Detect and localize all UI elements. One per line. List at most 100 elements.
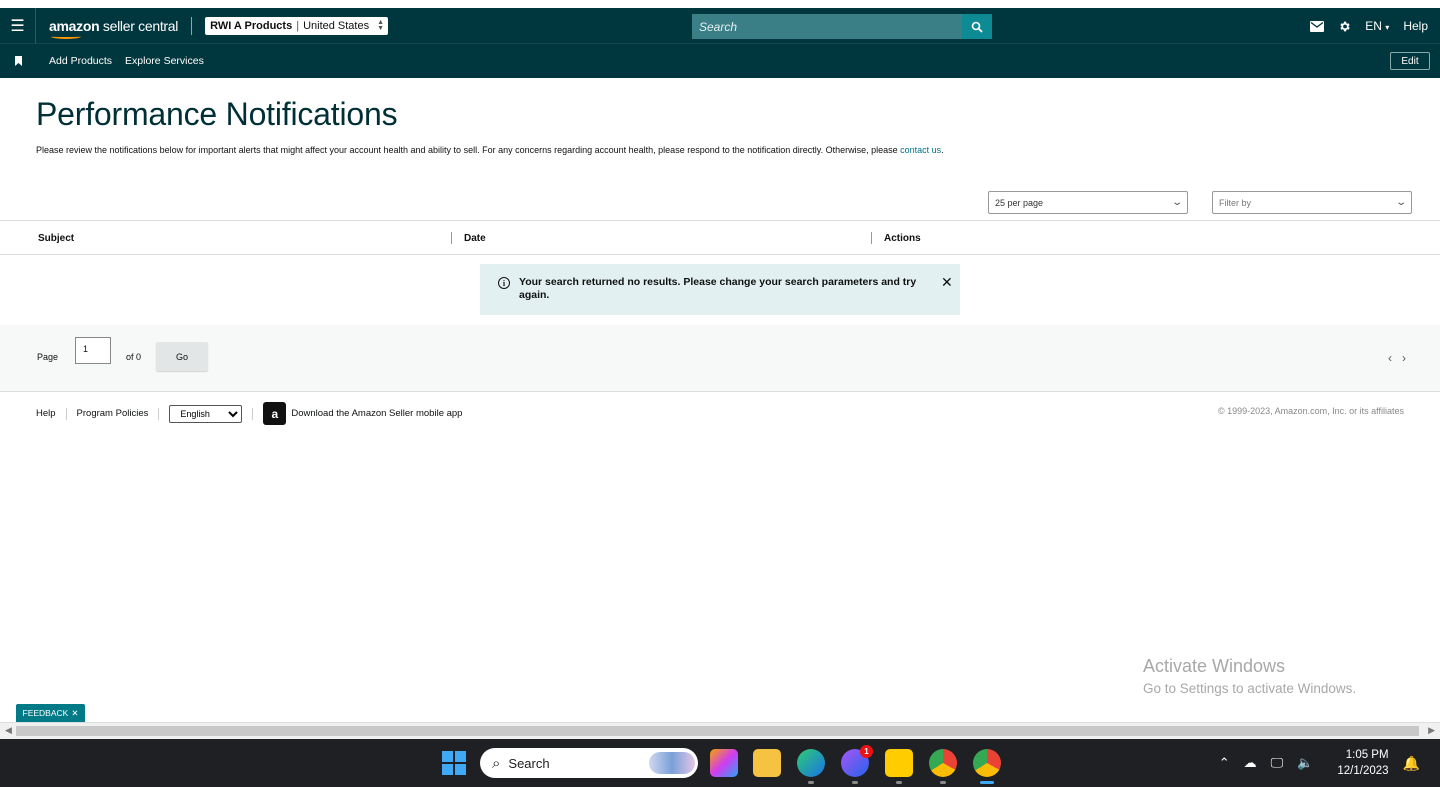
windows-taskbar: ⌕ Search 1 ⌃ ☁ 🖵 🔈 1:05 PM 12/1/2023 🔔 <box>0 739 1440 787</box>
chevron-up-icon[interactable]: ⌃ <box>1219 755 1230 771</box>
watermark-title: Activate Windows <box>1143 656 1286 676</box>
search-button[interactable] <box>962 14 992 39</box>
bookmark-icon[interactable] <box>0 56 36 66</box>
page-description: Please review the notifications below fo… <box>36 144 956 157</box>
gear-icon[interactable] <box>1338 20 1351 33</box>
watermark-subtitle: Go to Settings to activate Windows. <box>1143 681 1357 696</box>
add-products-link[interactable]: Add Products <box>49 55 112 67</box>
onedrive-icon[interactable]: ☁ <box>1244 755 1257 771</box>
feedback-button[interactable]: FEEDBACK ✕ <box>16 704 85 722</box>
language-selector[interactable]: EN ▾ <box>1365 19 1389 33</box>
windows-start-icon[interactable] <box>442 751 466 775</box>
hamburger-menu-icon[interactable]: ☰ <box>0 7 36 44</box>
table-body: i Your search returned no results. Pleas… <box>0 255 1440 325</box>
footer: Help Program Policies English a Download… <box>36 402 462 425</box>
page-label: Page <box>37 352 59 362</box>
file-explorer-icon[interactable] <box>753 749 781 777</box>
language-label: EN <box>1365 19 1382 33</box>
clock[interactable]: 1:05 PM 12/1/2023 <box>1337 747 1388 779</box>
chrome-icon[interactable] <box>929 749 957 777</box>
account-pipe: | <box>296 19 300 32</box>
column-separator <box>451 232 452 244</box>
chevron-left-icon[interactable]: ‹ <box>1388 351 1392 365</box>
footer-divider <box>65 407 67 420</box>
chevron-right-icon[interactable]: › <box>1402 351 1406 365</box>
footer-divider <box>158 407 160 420</box>
column-header-subject[interactable]: Subject <box>38 221 74 255</box>
edit-button[interactable]: Edit <box>1390 52 1430 70</box>
per-page-value: 25 per page <box>995 197 1044 208</box>
clock-date: 12/1/2023 <box>1337 765 1389 777</box>
info-icon: i <box>498 277 510 289</box>
account-region: United States <box>303 19 370 32</box>
chrome-icon[interactable] <box>973 749 1001 777</box>
brand-rest: seller central <box>99 17 179 34</box>
column-header-actions: Actions <box>884 232 921 244</box>
taskbar-search[interactable]: ⌕ Search <box>480 748 698 778</box>
footer-divider <box>252 407 254 420</box>
running-indicator <box>852 781 858 784</box>
account-switcher[interactable]: RWI A Products | United States ▲ ▼ <box>205 16 389 35</box>
close-icon[interactable]: ✕ <box>941 275 953 315</box>
edge-icon[interactable] <box>797 749 825 777</box>
column-header-date[interactable]: Date <box>464 221 486 255</box>
no-results-message: Your search returned no results. Please … <box>519 276 917 301</box>
account-name: RWI A Products <box>210 19 293 32</box>
volume-icon[interactable]: 🔈 <box>1297 755 1313 771</box>
explore-services-link[interactable]: Explore Services <box>125 55 204 67</box>
seller-central-logo[interactable]: amazon seller central <box>49 17 179 39</box>
sticky-notes-icon[interactable] <box>885 749 913 777</box>
running-indicator <box>808 781 814 784</box>
messenger-icon[interactable]: 1 <box>841 745 873 777</box>
copyright: © 1999-2023, Amazon.com, Inc. or its aff… <box>1217 406 1404 416</box>
copilot-icon[interactable] <box>710 749 738 777</box>
close-icon[interactable]: ✕ <box>71 708 78 719</box>
filter-by-placeholder: Filter by <box>1219 197 1252 208</box>
nav-divider <box>191 16 193 35</box>
messenger-badge: 1 <box>860 745 873 758</box>
page-arrows: ‹ › <box>1388 351 1406 365</box>
clock-time: 1:05 PM <box>1345 749 1389 761</box>
up-down-arrows-icon: ▲ ▼ <box>377 18 385 32</box>
scrollbar-thumb[interactable] <box>16 726 1419 736</box>
notifications-table: Subject Date Actions i Your search retur… <box>0 220 1440 326</box>
column-separator <box>871 232 872 244</box>
caret-down-icon: ▾ <box>1385 23 1390 32</box>
running-indicator <box>940 781 946 784</box>
table-header: Subject Date Actions <box>0 221 1440 255</box>
notification-bell-icon[interactable]: 🔔 <box>1403 755 1420 772</box>
page-title: Performance Notifications <box>36 96 398 132</box>
brand-bold: amazon <box>49 17 100 34</box>
contact-us-link[interactable]: contact us <box>900 145 941 155</box>
per-page-select[interactable]: 25 per page ⌄ <box>988 191 1188 214</box>
chevron-down-icon: ⌄ <box>1170 197 1183 208</box>
page-number-input[interactable]: 1 <box>75 337 111 364</box>
help-link[interactable]: Help <box>1403 19 1428 33</box>
scroll-left-icon[interactable]: ◀ <box>5 725 12 736</box>
download-app-link[interactable]: Download the Amazon Seller mobile app <box>291 408 462 419</box>
no-results-alert: i Your search returned no results. Pleas… <box>480 264 960 315</box>
system-tray: ⌃ ☁ 🖵 🔈 1:05 PM 12/1/2023 🔔 <box>1205 739 1420 787</box>
amazon-app-icon[interactable]: a <box>263 402 287 425</box>
chevron-down-icon: ⌄ <box>1394 197 1407 208</box>
filter-by-select[interactable]: Filter by ⌄ <box>1212 191 1412 214</box>
sub-nav: Add Products Explore Services Edit <box>0 44 1440 78</box>
running-indicator <box>896 781 902 784</box>
network-icon[interactable]: 🖵 <box>1271 755 1284 771</box>
search-bar <box>692 14 992 39</box>
search-icon <box>971 21 983 33</box>
scroll-right-icon[interactable]: ▶ <box>1428 725 1435 736</box>
description-text: Please review the notifications below fo… <box>36 145 901 155</box>
footer-language-select[interactable]: English <box>169 404 243 423</box>
mail-icon[interactable] <box>1310 20 1325 32</box>
search-icon: ⌕ <box>492 754 501 772</box>
pagination-bar: Page 1 of 0 Go ‹ › <box>0 325 1440 392</box>
go-button[interactable]: Go <box>156 342 208 371</box>
program-policies-link[interactable]: Program Policies <box>77 408 149 419</box>
taskbar-search-label: Search <box>508 755 550 771</box>
horizontal-scrollbar[interactable]: ◀ ▶ <box>0 722 1440 739</box>
active-indicator <box>980 781 994 784</box>
amazon-smile-icon <box>51 34 81 39</box>
footer-help-link[interactable]: Help <box>36 408 56 419</box>
search-input[interactable] <box>692 14 962 39</box>
